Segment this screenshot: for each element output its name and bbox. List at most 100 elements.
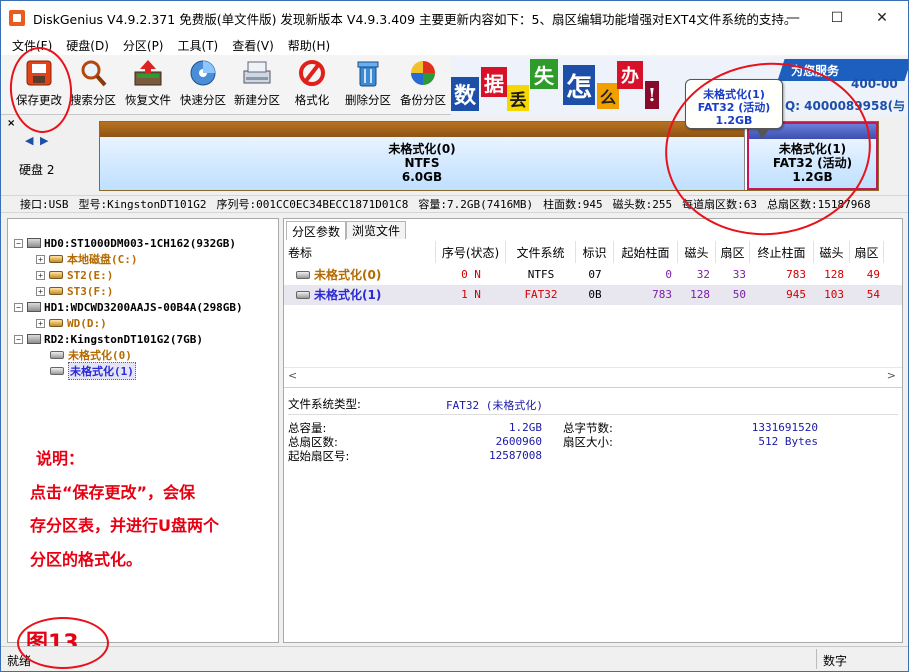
total-sectors-value: 2600960: [495, 435, 542, 448]
ad-tile-3: 丢: [507, 85, 529, 111]
quick-partition-label: 快速分区: [180, 93, 226, 107]
partition-icon: [49, 255, 63, 263]
format-button[interactable]: 格式化: [289, 55, 335, 113]
table-row-1[interactable]: 未格式化(1) 1 N FAT32 0B 783 128 50 945 103 …: [284, 285, 902, 305]
recover-icon: [132, 58, 164, 88]
tree-label: ST2(E:): [67, 268, 114, 282]
row1-end-head: 103: [824, 288, 844, 301]
row0-start-sector: 33: [732, 268, 746, 281]
scroll-right-icon[interactable]: >: [887, 369, 896, 382]
collapse-icon[interactable]: −: [14, 238, 23, 248]
col-start-head[interactable]: 磁头: [678, 241, 716, 263]
close-button[interactable]: ✕: [859, 1, 905, 35]
diskgenius-window: DiskGenius V4.9.2.371 免费版(单文件版) 发现新版本 V4…: [0, 0, 909, 672]
note-line-1: 点击“保存更改”，会保: [30, 483, 196, 502]
minimize-button[interactable]: —: [770, 1, 816, 35]
row1-start-sector: 50: [732, 288, 746, 301]
col-start-sector[interactable]: 扇区: [716, 241, 750, 263]
expand-icon[interactable]: +: [36, 318, 45, 328]
col-index[interactable]: 序号(状态): [436, 241, 506, 263]
tree-node-unformatted-1[interactable]: 未格式化(1): [50, 362, 136, 380]
tree-node-f[interactable]: + ST3(F:): [36, 283, 113, 299]
tab-partition-params[interactable]: 分区参数: [286, 221, 347, 240]
col-id[interactable]: 标识: [576, 241, 614, 263]
col-label[interactable]: 卷标: [284, 241, 436, 263]
partition-icon: [49, 287, 63, 295]
partition-details: 文件系统类型: FAT32 (未格式化) 总容量: 1.2GB 总字节数: 13…: [284, 387, 902, 642]
quick-partition-icon: [187, 58, 219, 88]
annotation-circle-figure: [17, 617, 109, 669]
format-label: 格式化: [294, 93, 330, 107]
note-line-3: 分区的格式化。: [30, 550, 143, 569]
partition-block-0[interactable]: 未格式化(0) NTFS 6.0GB: [100, 122, 745, 190]
row1-end-cyl: 945: [786, 288, 806, 301]
menu-partition[interactable]: 分区(P): [116, 37, 171, 54]
row0-end-head: 128: [824, 268, 844, 281]
maximize-button[interactable]: ☐: [814, 1, 860, 35]
row0-start-head: 32: [696, 268, 710, 281]
tree-label: HD0:ST1000DM003-1CH162(932GB): [44, 236, 237, 250]
info-capacity: 容量:7.2GB(7416MB): [418, 198, 534, 211]
row1-end-sector: 54: [866, 288, 880, 301]
col-end-head[interactable]: 磁头: [814, 241, 850, 263]
start-sector-value: 12587008: [489, 449, 542, 462]
partition-0-name: 未格式化(0): [388, 142, 456, 156]
ad-tile-7: 办: [617, 61, 643, 89]
scroll-left-icon[interactable]: <: [288, 369, 297, 382]
menu-bar: 文件(F) 硬盘(D) 分区(P) 工具(T) 查看(V) 帮助(H): [1, 35, 908, 55]
tree-label: 未格式化(0): [68, 349, 132, 362]
disk-tree: − HD0:ST1000DM003-1CH162(932GB) + 本地磁盘(C…: [7, 218, 279, 656]
delete-icon: [352, 58, 384, 88]
tab-browse-files[interactable]: 浏览文件: [346, 221, 407, 239]
partition-icon: [50, 367, 64, 375]
total-bytes-value: 1331691520: [751, 421, 818, 434]
expand-icon[interactable]: +: [36, 254, 45, 264]
table-row-0[interactable]: 未格式化(0) 0 N NTFS 07 0 32 33 783 128 49: [284, 265, 884, 284]
menu-tools[interactable]: 工具(T): [171, 37, 226, 54]
partition-table: 卷标 序号(状态) 文件系统 标识 起始柱面 磁头 扇区 终止柱面 磁头 扇区 …: [284, 241, 902, 383]
tree-node-unformatted-0[interactable]: 未格式化(0): [50, 347, 132, 363]
quick-partition-button[interactable]: 快速分区: [177, 55, 229, 113]
tree-label: 本地磁盘(C:): [67, 253, 138, 266]
prev-disk-button[interactable]: ◀: [25, 134, 33, 147]
tree-node-rd2[interactable]: − RD2:KingstonDT101G2(7GB): [14, 331, 203, 347]
info-interface: 接口:USB: [20, 198, 69, 211]
info-cylinders: 柱面数:945: [543, 198, 603, 211]
tree-label: ST3(F:): [67, 284, 114, 298]
menu-view[interactable]: 查看(V): [225, 37, 281, 54]
fs-type-value: FAT32 (未格式化): [446, 399, 543, 412]
partition-icon: [296, 270, 310, 279]
tree-node-hd1[interactable]: − HD1:WDCWD3200AAJS-00B4A(298GB): [14, 299, 243, 315]
collapse-icon[interactable]: −: [14, 334, 23, 344]
partition-panel: 分区参数 浏览文件 卷标 序号(状态) 文件系统 标识 起始柱面 磁头 扇区 终…: [283, 218, 903, 643]
fs-type-label: 文件系统类型:: [288, 397, 361, 411]
start-sector-label: 起始扇区号:: [288, 449, 350, 463]
col-end-cyl[interactable]: 终止柱面: [750, 241, 814, 263]
tree-node-hd0[interactable]: − HD0:ST1000DM003-1CH162(932GB): [14, 235, 236, 251]
horizontal-scrollbar[interactable]: < >: [284, 367, 902, 383]
delete-partition-button[interactable]: 删除分区: [342, 55, 394, 113]
recover-files-button[interactable]: 恢复文件: [122, 55, 174, 113]
col-start-cyl[interactable]: 起始柱面: [614, 241, 678, 263]
tree-node-d[interactable]: + WD(D:): [36, 315, 107, 331]
format-icon: [296, 58, 328, 88]
tree-node-e[interactable]: + ST2(E:): [36, 267, 113, 283]
expand-icon[interactable]: +: [36, 286, 45, 296]
expand-icon[interactable]: +: [36, 270, 45, 280]
new-partition-button[interactable]: 新建分区: [231, 55, 283, 113]
total-capacity-value: 1.2GB: [508, 421, 542, 434]
col-filesystem[interactable]: 文件系统: [506, 241, 576, 263]
collapse-icon[interactable]: −: [14, 302, 23, 312]
col-end-sector[interactable]: 扇区: [850, 241, 884, 263]
menu-help[interactable]: 帮助(H): [281, 37, 337, 54]
next-disk-button[interactable]: ▶: [40, 134, 48, 147]
info-heads: 磁头数:255: [612, 198, 673, 211]
tree-node-c[interactable]: + 本地磁盘(C:): [36, 251, 138, 267]
menu-disk[interactable]: 硬盘(D): [59, 37, 116, 54]
search-partition-button[interactable]: 搜索分区: [67, 55, 119, 113]
close-panel-icon[interactable]: ×: [7, 118, 15, 129]
status-divider: [816, 649, 817, 669]
row0-end-sector: 49: [866, 268, 880, 281]
disk-label: 硬盘 2: [19, 163, 55, 177]
backup-partition-button[interactable]: 备份分区: [397, 55, 449, 113]
